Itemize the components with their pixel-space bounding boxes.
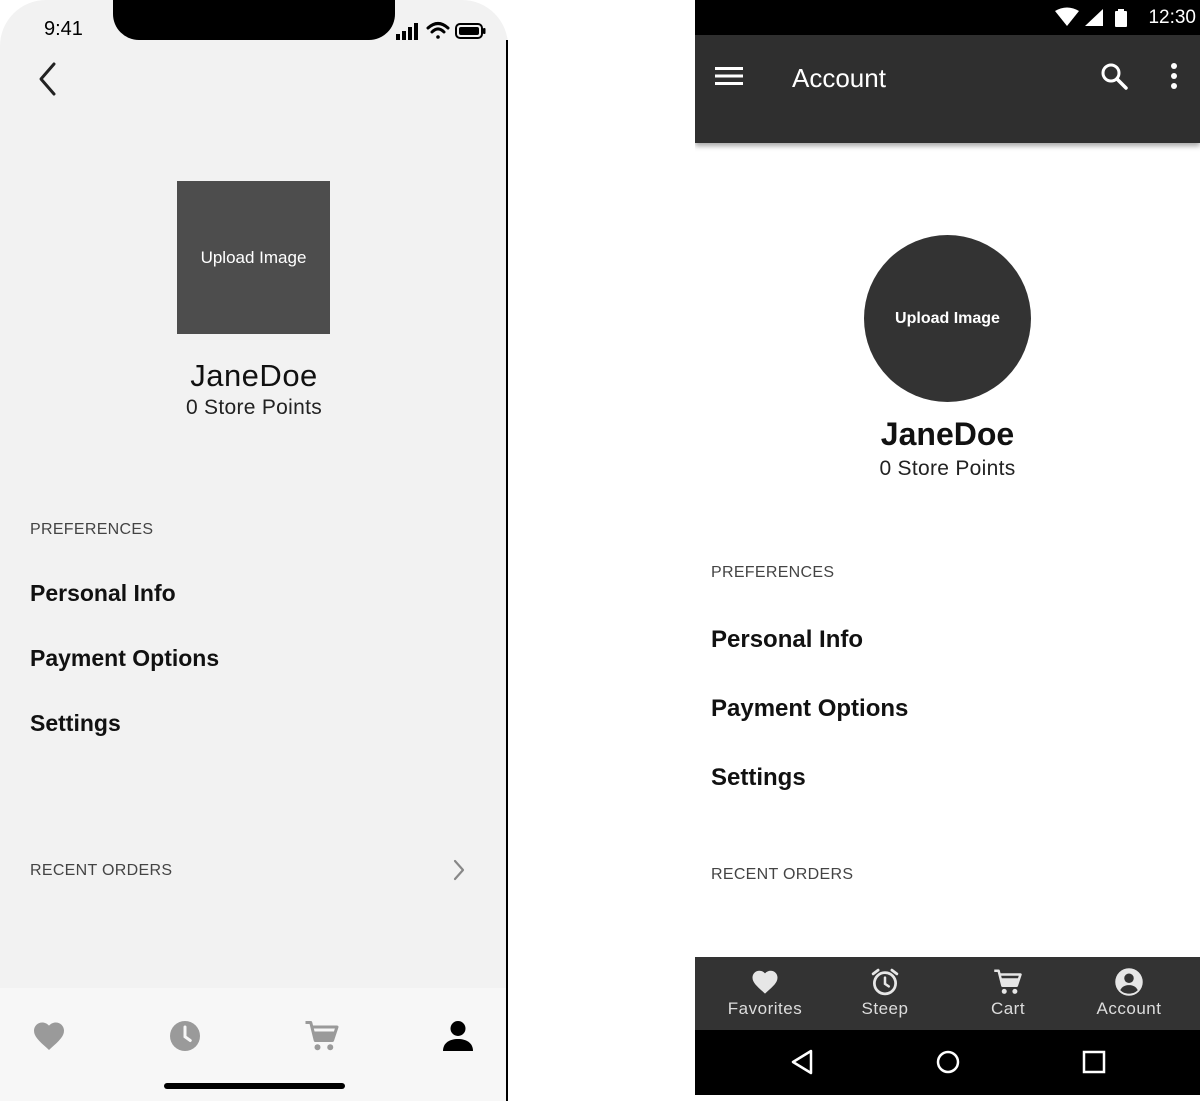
- nav-favorites[interactable]: Favorites: [703, 957, 827, 1030]
- menu-item-personal-info[interactable]: Personal Info: [30, 580, 176, 607]
- menu-item-payment-options[interactable]: Payment Options: [711, 695, 908, 723]
- nav-cart[interactable]: Cart: [948, 957, 1068, 1030]
- recent-orders-header: RECENT ORDERS: [30, 862, 173, 879]
- bottom-navigation: Favorites Steep Cart Account: [695, 957, 1200, 1030]
- cart-icon: [994, 969, 1022, 994]
- back-icon[interactable]: [790, 1049, 814, 1075]
- ios-screen: 9:41 Upload Image JaneDoe 0 Store Points…: [0, 0, 508, 1101]
- nav-label: Account: [1096, 999, 1162, 1018]
- nav-steep[interactable]: Steep: [825, 957, 945, 1030]
- nav-label: Steep: [861, 999, 909, 1018]
- recents-icon[interactable]: [1082, 1050, 1106, 1074]
- device-notch: [113, 0, 395, 40]
- page-title: Account: [792, 63, 886, 93]
- battery-icon: [455, 23, 486, 39]
- username: JaneDoe: [880, 416, 1015, 452]
- cart-icon[interactable]: [304, 1018, 340, 1054]
- upload-image-button[interactable]: Upload Image: [177, 181, 330, 334]
- account-circle-icon: [1115, 968, 1143, 996]
- home-indicator: [164, 1083, 345, 1089]
- home-icon[interactable]: [935, 1049, 961, 1075]
- heart-icon[interactable]: [31, 1018, 67, 1054]
- upload-image-label: Upload Image: [200, 247, 307, 267]
- store-points: 0 Store Points: [185, 396, 323, 419]
- status-time: 9:41: [44, 18, 83, 40]
- wifi-icon: [426, 22, 450, 39]
- store-points: 0 Store Points: [879, 457, 1016, 480]
- recent-orders-header: RECENT ORDERS: [711, 866, 854, 883]
- android-screen: 12:30 Account Upload Image JaneDoe 0 Sto…: [695, 0, 1200, 1095]
- search-icon[interactable]: [1099, 61, 1129, 91]
- preferences-header: PREFERENCES: [711, 564, 835, 581]
- signal-icon: [396, 23, 418, 40]
- status-time: 12:30: [1148, 7, 1196, 28]
- back-chevron-icon[interactable]: [34, 60, 64, 98]
- chevron-right-icon[interactable]: [450, 858, 468, 882]
- username: JaneDoe: [190, 358, 318, 393]
- status-bar-icons: [396, 22, 486, 40]
- menu-item-settings[interactable]: Settings: [30, 710, 121, 737]
- status-icons: [1055, 7, 1127, 27]
- system-navigation: [695, 1030, 1200, 1095]
- signal-icon: [1085, 9, 1103, 26]
- more-vert-icon[interactable]: [1168, 61, 1180, 91]
- device-edge: [506, 40, 508, 1101]
- wifi-icon: [1055, 7, 1079, 26]
- nav-account[interactable]: Account: [1069, 957, 1189, 1030]
- status-bar: 12:30: [695, 0, 1200, 35]
- alarm-icon: [871, 968, 899, 996]
- upload-image-label: Upload Image: [895, 309, 1000, 327]
- nav-label: Favorites: [727, 999, 803, 1018]
- upload-image-button[interactable]: Upload Image: [864, 235, 1031, 402]
- person-icon[interactable]: [440, 1018, 476, 1054]
- menu-item-settings[interactable]: Settings: [711, 764, 806, 792]
- battery-icon: [1115, 9, 1127, 27]
- app-bar: Account: [695, 35, 1200, 143]
- menu-item-personal-info[interactable]: Personal Info: [711, 626, 863, 654]
- preferences-header: PREFERENCES: [30, 521, 154, 538]
- heart-icon: [752, 970, 778, 994]
- clock-icon[interactable]: [167, 1018, 203, 1054]
- nav-label: Cart: [990, 999, 1026, 1018]
- menu-icon[interactable]: [715, 65, 743, 87]
- menu-item-payment-options[interactable]: Payment Options: [30, 645, 219, 672]
